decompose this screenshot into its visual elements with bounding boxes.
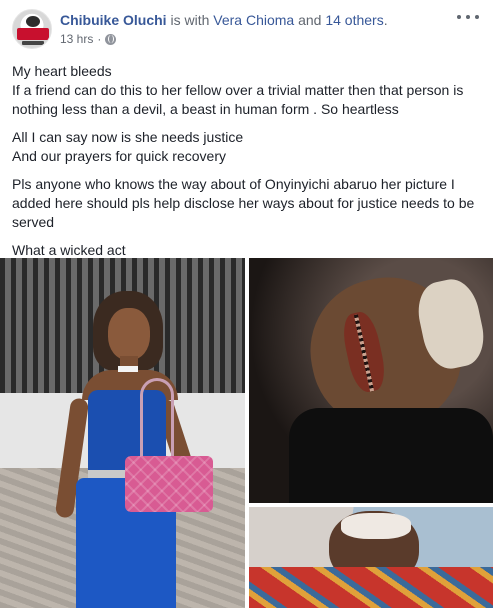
post-meta: 13 hrs · [60, 31, 117, 47]
post-line: Pls anyone who knows the way about of On… [12, 176, 475, 230]
avatar-logo-base [22, 41, 44, 45]
meta-separator: · [97, 32, 102, 46]
post-line: If a friend can do this to her fellow ov… [12, 82, 464, 117]
post-header-line: Chibuike Oluchi is with Vera Chioma and … [60, 11, 388, 29]
with-text: is with [166, 12, 214, 28]
and-text: and [294, 12, 326, 28]
photo-woman-standing[interactable] [0, 258, 245, 608]
post-text: My heart bleeds If a friend can do this … [12, 62, 482, 269]
tagged-person-link[interactable]: Vera Chioma [213, 12, 294, 28]
post-paragraph: Pls anyone who knows the way about of On… [12, 175, 482, 232]
post-paragraph: All I can say now is she needs justice A… [12, 128, 482, 166]
others-link[interactable]: 14 others [325, 12, 383, 28]
avatar-logo-mark [26, 16, 40, 27]
post-paragraph: My heart bleeds If a friend can do this … [12, 62, 482, 119]
author-avatar[interactable] [12, 9, 52, 49]
post-line: What a wicked act [12, 242, 126, 258]
photo-hospital-bed[interactable] [249, 507, 493, 608]
photo-injured-face[interactable] [249, 258, 493, 503]
post-line: All I can say now is she needs justice [12, 129, 244, 145]
post-line: My heart bleeds [12, 63, 112, 79]
photo-bowtie [118, 366, 138, 372]
more-dot [457, 15, 461, 19]
author-name-link[interactable]: Chibuike Oluchi [60, 12, 167, 28]
photo-bandage [341, 513, 411, 539]
timestamp-link[interactable]: 13 hrs [60, 31, 93, 47]
others-suffix: . [383, 12, 388, 28]
more-dot [466, 15, 470, 19]
photo-patterned-cloth [249, 567, 493, 608]
more-dot [475, 15, 479, 19]
photo-face [108, 308, 150, 360]
more-options-icon[interactable] [457, 10, 479, 24]
photo-shirt [289, 408, 493, 503]
photo-pink-handbag [125, 456, 213, 512]
post-line: And our prayers for quick recovery [12, 148, 226, 164]
avatar-logo-band [17, 28, 49, 40]
post-header: Chibuike Oluchi is with Vera Chioma and … [0, 0, 493, 54]
globe-icon[interactable] [105, 33, 117, 45]
photo-bag-strap [140, 378, 174, 460]
